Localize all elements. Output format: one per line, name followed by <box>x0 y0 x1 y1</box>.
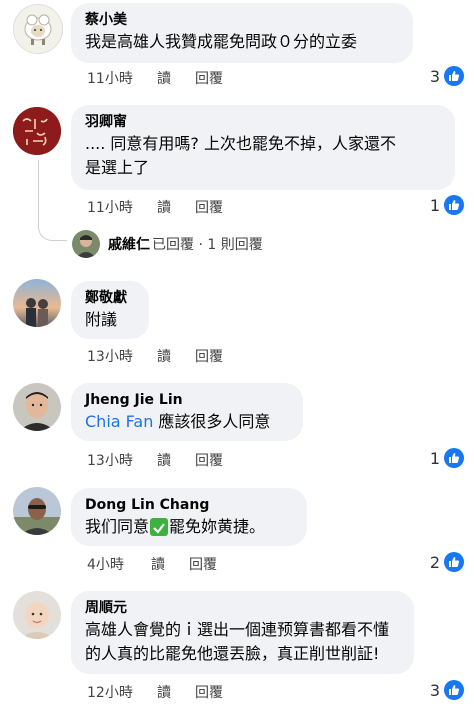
reply-button[interactable]: 回覆 <box>195 450 223 470</box>
avatar[interactable] <box>13 107 61 155</box>
comment-text: Chia Fan 應該很多人同意 <box>85 410 289 434</box>
comment-actions: 13小時 讀 回覆 <box>87 450 223 470</box>
comment-bubble: Dong Lin Chang 我们同意 罷免妳黄捷。 <box>71 488 307 546</box>
comment-time[interactable]: 4小時 <box>87 554 151 574</box>
comment-author[interactable]: Dong Lin Chang <box>85 496 293 515</box>
reply-button[interactable]: 回覆 <box>195 197 223 217</box>
thumbs-up-icon <box>444 66 464 86</box>
comment-text: 我们同意 罷免妳黄捷。 <box>85 515 293 539</box>
person-avatar-icon <box>13 383 61 431</box>
calligraphy-avatar-icon <box>13 107 61 155</box>
comment-author[interactable]: 蔡小美 <box>85 11 399 30</box>
comment-bubble: 羽卿甯 .... 同意有用嗎? 上次也罷免不掉，人家還不 是選上了 <box>71 105 455 190</box>
avatar[interactable] <box>13 487 61 535</box>
reaction-count[interactable]: 3 <box>430 66 464 86</box>
reaction-count[interactable]: 1 <box>430 195 464 215</box>
reply-button[interactable]: 回覆 <box>189 554 217 574</box>
thread-curve <box>38 224 67 241</box>
avatar[interactable] <box>13 383 61 431</box>
read-button[interactable]: 讀 <box>157 450 195 470</box>
comment-text-part: 我们同意 <box>85 517 150 536</box>
check-mark-icon <box>150 518 169 536</box>
baby-avatar-icon <box>13 591 61 639</box>
reply-summary: 已回覆 · 1 則回覆 <box>152 237 263 253</box>
read-button[interactable]: 讀 <box>157 346 195 366</box>
comment-author[interactable]: Jheng Jie Lin <box>85 391 289 410</box>
thread-line <box>38 160 39 224</box>
read-button[interactable]: 讀 <box>157 197 195 217</box>
comment-text-line: 是選上了 <box>85 158 150 177</box>
thumbs-up-icon <box>444 195 464 215</box>
reply-button[interactable]: 回覆 <box>195 682 223 702</box>
reaction-number: 2 <box>429 552 440 572</box>
comment-time[interactable]: 12小時 <box>87 682 157 702</box>
thumbs-up-icon <box>444 552 464 572</box>
avatar[interactable] <box>13 4 63 54</box>
comment-author[interactable]: 鄭敬獻 <box>85 289 135 308</box>
reaction-count[interactable]: 3 <box>430 680 464 700</box>
comment-text-part: 罷免妳黄捷。 <box>169 517 266 536</box>
comment-author[interactable]: 羽卿甯 <box>85 113 441 132</box>
read-button[interactable]: 讀 <box>157 682 195 702</box>
thumbs-up-icon <box>444 680 464 700</box>
view-replies-link[interactable]: 戚維仁 已回覆 · 1 則回覆 <box>72 230 263 258</box>
comment-actions: 4小時 讀 回覆 <box>87 554 217 574</box>
reply-button[interactable]: 回覆 <box>195 68 223 88</box>
comment-bubble: 蔡小美 我是高雄人我贊成罷免問政０分的立委 <box>71 3 413 63</box>
reaction-count[interactable]: 1 <box>430 448 464 468</box>
mention-link[interactable]: Chia Fan <box>85 412 153 431</box>
comment-time[interactable]: 13小時 <box>87 450 157 470</box>
thumbs-up-icon <box>444 448 464 468</box>
comment-actions: 11小時 讀 回覆 <box>87 197 223 217</box>
comment-time[interactable]: 11小時 <box>87 68 157 88</box>
comment-text-line: 的人真的比罷免他還丟臉，真正削世削証! <box>85 644 380 663</box>
comment-bubble: 周順元 高雄人會覺的ｉ選出一個連预算書都看不懂 的人真的比罷免他還丟臉，真正削世… <box>71 591 414 674</box>
sheep-avatar-icon <box>14 5 62 53</box>
person-avatar-icon <box>72 230 100 258</box>
reply-button[interactable]: 回覆 <box>195 346 223 366</box>
reaction-number: 3 <box>429 680 440 700</box>
comment-actions: 12小時 讀 回覆 <box>87 682 223 702</box>
reply-avatar <box>72 230 100 258</box>
read-button[interactable]: 讀 <box>157 68 195 88</box>
comment-actions: 13小時 讀 回覆 <box>87 346 223 366</box>
photo-avatar-icon <box>13 279 61 327</box>
reaction-number: 3 <box>429 66 440 86</box>
read-button[interactable]: 讀 <box>151 554 189 574</box>
reply-author: 戚維仁 <box>108 237 150 253</box>
comment-author[interactable]: 周順元 <box>85 599 400 618</box>
comment-time[interactable]: 11小時 <box>87 197 157 217</box>
comment-text-body: 應該很多人同意 <box>153 412 271 431</box>
comment-time[interactable]: 13小時 <box>87 346 157 366</box>
reaction-count[interactable]: 2 <box>430 552 464 572</box>
avatar[interactable] <box>13 279 61 327</box>
reaction-number: 1 <box>429 195 440 215</box>
comment-text: 我是高雄人我贊成罷免問政０分的立委 <box>85 32 358 51</box>
avatar[interactable] <box>13 591 61 639</box>
person-avatar-icon <box>13 487 61 535</box>
comment-bubble: Jheng Jie Lin Chia Fan 應該很多人同意 <box>71 383 303 441</box>
reaction-number: 1 <box>429 448 440 468</box>
comment-text-line: 高雄人會覺的ｉ選出一個連预算書都看不懂 <box>85 620 390 639</box>
comment-text: 附議 <box>85 310 118 329</box>
comment-bubble: 鄭敬獻 附議 <box>71 281 149 339</box>
comment-actions: 11小時 讀 回覆 <box>87 68 223 88</box>
comment-text-line: .... 同意有用嗎? 上次也罷免不掉，人家還不 <box>85 134 397 153</box>
